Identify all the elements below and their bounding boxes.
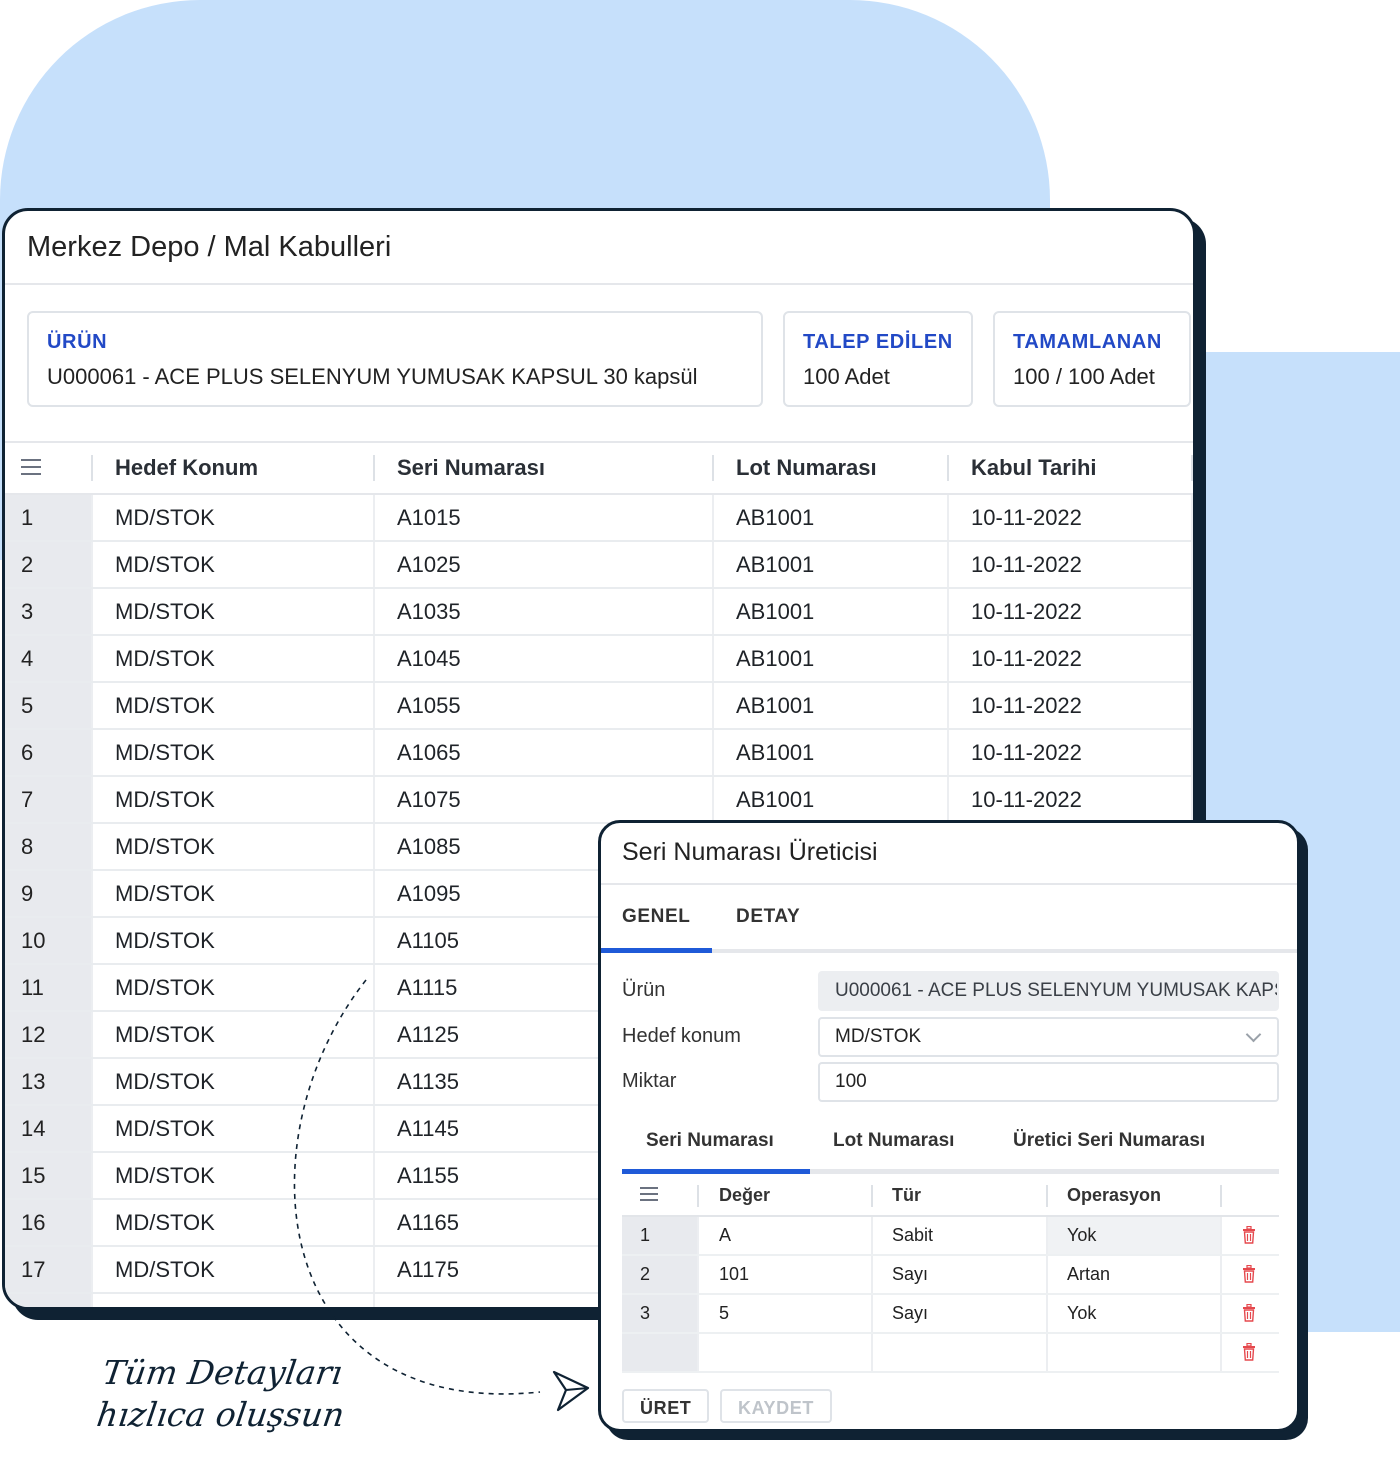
row-index: 1: [622, 1217, 698, 1254]
cell-deger[interactable]: A: [719, 1217, 731, 1254]
cell-tur[interactable]: Sayı: [892, 1256, 928, 1293]
tagline-line-2: hızlıca oluşsun: [94, 1395, 347, 1434]
cell-tur[interactable]: Sayı: [892, 1295, 928, 1332]
tab-detay[interactable]: DETAY: [736, 885, 800, 949]
miktar-label: Miktar: [622, 1070, 677, 1092]
row-index: 3: [622, 1295, 698, 1332]
pattern-grid-body: 1 A Sabit Yok 2 101 Sayı Artan 3 5 Sayı Yok: [622, 1217, 1279, 1373]
dialog-tabs: GENEL DETAY: [601, 885, 1297, 953]
cell-tur[interactable]: Sabit: [892, 1217, 933, 1254]
tagline: Tüm Detayları hızlıca oluşsun: [94, 1352, 406, 1436]
trash-icon[interactable]: [1242, 1264, 1256, 1283]
paper-plane-icon: [552, 1370, 590, 1412]
trash-icon[interactable]: [1242, 1342, 1256, 1361]
cell-deger[interactable]: 5: [719, 1295, 729, 1332]
table-row[interactable]: 1 A Sabit Yok: [622, 1217, 1279, 1256]
tab-genel[interactable]: GENEL: [622, 885, 690, 949]
cell-operasyon[interactable]: Yok: [1067, 1217, 1096, 1254]
row-index: [622, 1334, 698, 1371]
form-row-urun: Ürün U000061 - ACE PLUS SELENYUM YUMUSAK…: [622, 971, 1279, 1011]
active-tab-indicator: [601, 948, 712, 953]
active-subtab-indicator: [622, 1169, 810, 1174]
form-row-miktar: Miktar 100: [622, 1062, 1279, 1102]
trash-icon[interactable]: [1242, 1303, 1256, 1322]
header-operasyon[interactable]: Operasyon: [1067, 1175, 1161, 1215]
serial-generator-dialog: Seri Numarası Üreticisi GENEL DETAY Ürün…: [598, 820, 1300, 1432]
header-tur[interactable]: Tür: [892, 1175, 921, 1215]
hedef-konum-value: MD/STOK: [835, 1026, 922, 1047]
hedef-konum-label: Hedef konum: [622, 1025, 741, 1047]
urun-field: U000061 - ACE PLUS SELENYUM YUMUSAK KAPS…: [818, 971, 1279, 1011]
miktar-input[interactable]: 100: [818, 1062, 1279, 1102]
uret-button[interactable]: ÜRET: [622, 1389, 710, 1423]
cell-deger[interactable]: 101: [719, 1256, 749, 1293]
table-row[interactable]: [622, 1334, 1279, 1373]
sub-tabs: Seri Numarası Lot Numarası Üretici Seri …: [622, 1113, 1279, 1174]
serial-pattern-grid: Değer Tür Operasyon 1 A Sabit Yok 2 101 Sayı Ar…: [622, 1175, 1279, 1373]
row-index: 2: [622, 1256, 698, 1293]
table-row[interactable]: 2 101 Sayı Artan: [622, 1256, 1279, 1295]
urun-label: Ürün: [622, 979, 666, 1001]
form-row-konum: Hedef konum MD/STOK: [622, 1017, 1279, 1057]
column-menu-icon[interactable]: [640, 1187, 658, 1201]
subtab-lot-numarasi[interactable]: Lot Numarası: [833, 1113, 954, 1169]
trash-icon[interactable]: [1242, 1225, 1256, 1244]
chevron-down-icon: [1245, 1026, 1262, 1043]
subtab-uretici-seri-numarasi[interactable]: Üretici Seri Numarası: [1013, 1113, 1205, 1169]
kaydet-button[interactable]: KAYDET: [720, 1389, 832, 1423]
cell-operasyon[interactable]: Artan: [1067, 1256, 1110, 1293]
table-row[interactable]: 3 5 Sayı Yok: [622, 1295, 1279, 1334]
cell-operasyon[interactable]: Yok: [1067, 1295, 1096, 1332]
subtab-seri-numarasi[interactable]: Seri Numarası: [646, 1113, 774, 1169]
tagline-line-1: Tüm Detayları: [100, 1353, 345, 1392]
hedef-konum-select[interactable]: MD/STOK: [818, 1017, 1279, 1057]
pattern-grid-header: Değer Tür Operasyon: [622, 1175, 1279, 1217]
dialog-title: Seri Numarası Üreticisi: [601, 823, 1297, 885]
header-deger[interactable]: Değer: [719, 1175, 770, 1215]
